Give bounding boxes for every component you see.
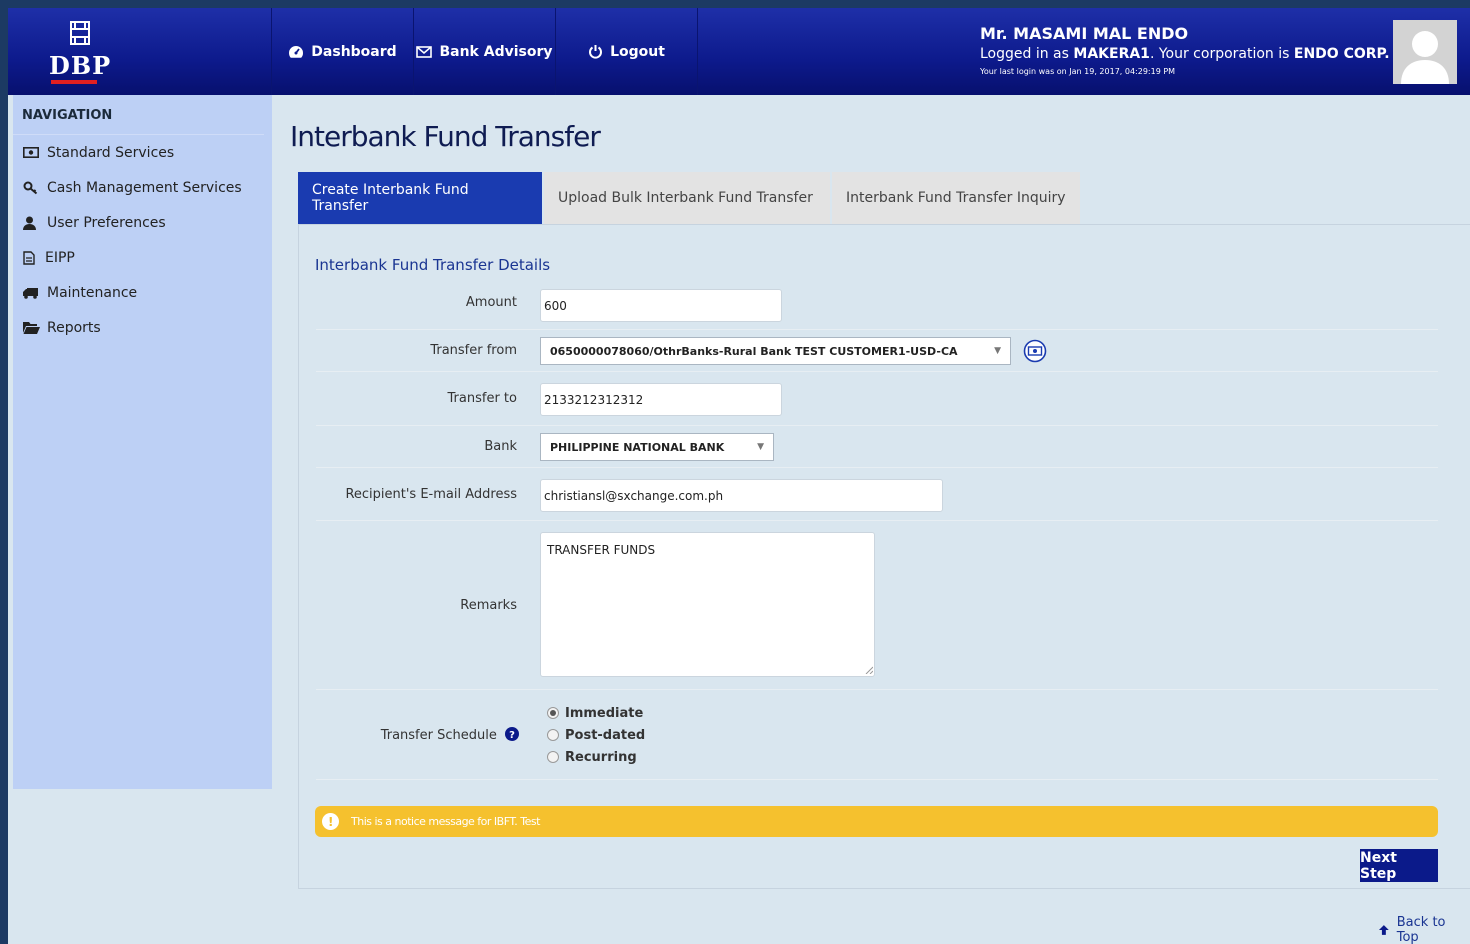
- bank-label: Bank: [484, 439, 517, 454]
- transfer-from-row: Transfer from 0650000078060/OthrBanks-Ru…: [316, 330, 1438, 372]
- envelope-icon: [416, 45, 433, 58]
- schedule-label-group: Transfer Schedule ?: [381, 727, 519, 743]
- sidebar: NAVIGATION Standard Services Cash Manage…: [13, 95, 272, 789]
- amount-input[interactable]: 600: [540, 289, 782, 322]
- bank-select[interactable]: PHILIPPINE NATIONAL BANK ▼: [540, 433, 774, 461]
- app-frame: DBP Dashboard Bank Advisory Logout Mr. M…: [8, 8, 1470, 944]
- folder-icon: [23, 321, 47, 334]
- email-label: Recipient's E-mail Address: [345, 487, 517, 502]
- sidebar-item-label: Reports: [47, 319, 101, 336]
- exclamation-icon: !: [322, 813, 339, 830]
- sidebar-item-standard-services[interactable]: Standard Services: [13, 135, 272, 170]
- back-to-top-link[interactable]: Back to Top: [1378, 915, 1470, 944]
- bank-value: PHILIPPINE NATIONAL BANK: [550, 440, 725, 454]
- svg-text:?: ?: [509, 730, 515, 741]
- sidebar-item-label: Standard Services: [47, 144, 175, 161]
- option-label: Post-dated: [565, 727, 646, 743]
- top-nav: Dashboard Bank Advisory Logout: [272, 8, 698, 95]
- dashboard-label: Dashboard: [311, 43, 397, 60]
- transfer-to-label: Transfer to: [447, 391, 517, 406]
- amount-label: Amount: [465, 295, 517, 310]
- key-icon: [23, 181, 47, 195]
- avatar[interactable]: [1393, 20, 1457, 84]
- logout-label: Logout: [610, 43, 665, 60]
- last-login: Your last login was on Jan 19, 2017, 04:…: [980, 67, 1176, 76]
- email-row: Recipient's E-mail Address christiansl@s…: [316, 468, 1438, 521]
- sidebar-item-eipp[interactable]: EIPP: [13, 240, 272, 275]
- power-icon: [589, 45, 603, 59]
- schedule-row: Transfer Schedule ? Immediate Post-dated: [316, 690, 1438, 780]
- login-prefix: Logged in as: [980, 46, 1074, 62]
- account-balance-icon[interactable]: [1023, 339, 1047, 363]
- radio-button[interactable]: [547, 707, 559, 719]
- tab-upload-bulk-transfer[interactable]: Upload Bulk Interbank Fund Transfer: [544, 172, 830, 224]
- remarks-label: Remarks: [460, 598, 517, 613]
- sidebar-item-maintenance[interactable]: Maintenance: [13, 275, 272, 310]
- transfer-to-input[interactable]: 2133212312312: [540, 383, 782, 416]
- tab-create-transfer[interactable]: Create Interbank Fund Transfer: [298, 172, 542, 236]
- logo-underline: [51, 80, 97, 84]
- section-title: Interbank Fund Transfer Details: [315, 256, 551, 274]
- arrow-up-icon: [1378, 925, 1389, 935]
- radio-button[interactable]: [547, 751, 559, 763]
- logo[interactable]: DBP: [8, 8, 272, 95]
- bank-advisory-button[interactable]: Bank Advisory: [414, 8, 556, 95]
- user-icon: [23, 216, 47, 230]
- transfer-from-label: Transfer from: [430, 343, 517, 358]
- logout-button[interactable]: Logout: [556, 8, 698, 95]
- tab-bar: Create Interbank Fund Transfer Upload Bu…: [298, 172, 1082, 236]
- sidebar-item-cash-management[interactable]: Cash Management Services: [13, 170, 272, 205]
- help-icon[interactable]: ?: [505, 727, 519, 741]
- user-name: Mr. MASAMI MAL ENDO: [980, 24, 1189, 43]
- bank-advisory-label: Bank Advisory: [439, 43, 553, 60]
- header: DBP Dashboard Bank Advisory Logout Mr. M…: [8, 8, 1470, 95]
- truck-icon: [23, 287, 47, 299]
- logo-mark-icon: [70, 21, 90, 45]
- login-status: Logged in as MAKERA1. Your corporation i…: [980, 46, 1390, 62]
- username: MAKERA1: [1073, 46, 1150, 62]
- tab-transfer-inquiry[interactable]: Interbank Fund Transfer Inquiry: [832, 172, 1080, 224]
- money-icon: [23, 147, 47, 158]
- remarks-textarea[interactable]: TRANSFER FUNDS: [540, 532, 875, 677]
- schedule-label: Transfer Schedule: [380, 728, 497, 743]
- schedule-options: Immediate Post-dated Recurring: [547, 702, 645, 768]
- transfer-from-select[interactable]: 0650000078060/OthrBanks-Rural Bank TEST …: [540, 337, 1011, 365]
- dashboard-icon: [289, 45, 304, 58]
- schedule-option-immediate[interactable]: Immediate: [547, 702, 645, 724]
- option-label: Immediate: [565, 705, 644, 721]
- dropdown-arrow-icon: ▼: [994, 346, 1001, 356]
- transfer-from-value: 0650000078060/OthrBanks-Rural Bank TEST …: [550, 344, 958, 358]
- dashboard-button[interactable]: Dashboard: [272, 8, 414, 95]
- dropdown-arrow-icon: ▼: [757, 442, 764, 452]
- sidebar-item-label: Maintenance: [47, 284, 138, 301]
- amount-row: Amount 600: [316, 283, 1438, 330]
- logo-text: DBP: [49, 51, 112, 80]
- bank-row: Bank PHILIPPINE NATIONAL BANK ▼: [316, 426, 1438, 468]
- remarks-row: Remarks TRANSFER FUNDS: [316, 521, 1438, 690]
- schedule-option-post-dated[interactable]: Post-dated: [547, 724, 645, 746]
- email-field[interactable]: christiansl@sxchange.com.ph: [540, 479, 943, 512]
- next-step-button[interactable]: Next Step: [1360, 849, 1438, 882]
- schedule-option-recurring[interactable]: Recurring: [547, 746, 645, 768]
- option-label: Recurring: [565, 749, 637, 765]
- sidebar-item-label: Cash Management Services: [47, 179, 242, 196]
- back-to-top-label: Back to Top: [1396, 915, 1446, 944]
- sidebar-title: NAVIGATION: [13, 95, 264, 135]
- page-title: Interbank Fund Transfer: [290, 120, 601, 153]
- sidebar-item-user-preferences[interactable]: User Preferences: [13, 205, 272, 240]
- corp-prefix: . Your corporation is: [1149, 46, 1294, 62]
- radio-button[interactable]: [547, 729, 559, 741]
- user-avatar-icon: [1401, 31, 1449, 84]
- sidebar-item-label: User Preferences: [47, 214, 166, 231]
- document-icon: [23, 250, 45, 265]
- sidebar-item-reports[interactable]: Reports: [13, 310, 272, 345]
- sidebar-item-label: EIPP: [45, 249, 75, 266]
- resize-handle-icon[interactable]: [865, 666, 873, 674]
- transfer-to-row: Transfer to 2133212312312: [316, 372, 1438, 426]
- notice-banner: ! This is a notice message for IBFT. Tes…: [315, 806, 1438, 837]
- transfer-form-panel: Interbank Fund Transfer Details Amount 6…: [298, 224, 1470, 889]
- user-info: Mr. MASAMI MAL ENDO Logged in as MAKERA1…: [980, 24, 1390, 76]
- corporation: ENDO CORP.: [1293, 46, 1390, 62]
- notice-text: This is a notice message for IBFT. Test: [351, 815, 540, 828]
